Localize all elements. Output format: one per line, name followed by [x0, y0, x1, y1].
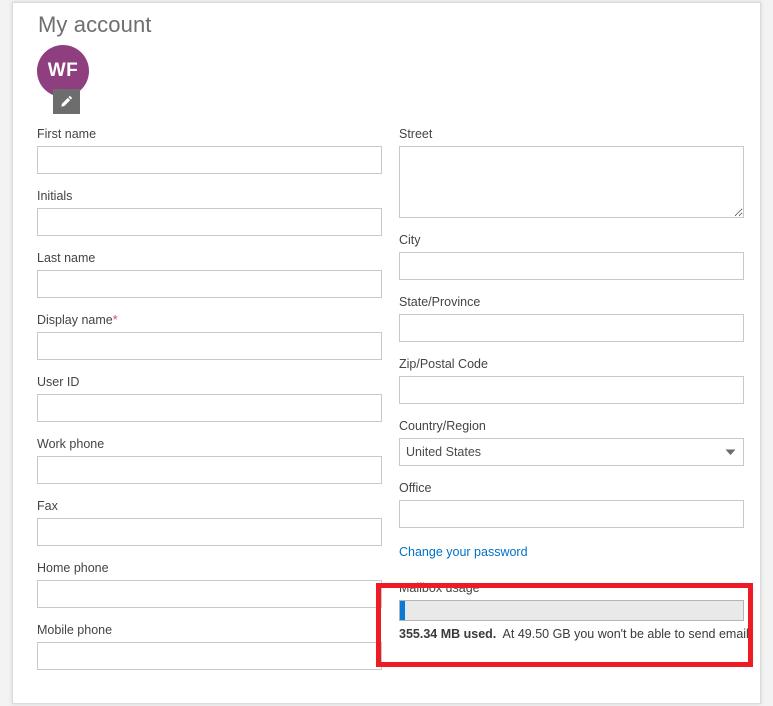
label-display-name: Display name* — [37, 313, 118, 327]
field-fax: Fax — [37, 499, 382, 546]
work-phone-input[interactable] — [37, 456, 382, 484]
office-input[interactable] — [399, 500, 744, 528]
user-id-input[interactable] — [37, 394, 382, 422]
viewport: My account WF First name Initials Last n… — [0, 0, 773, 706]
label-street: Street — [399, 127, 433, 141]
label-user-id: User ID — [37, 375, 80, 389]
first-name-input[interactable] — [37, 146, 382, 174]
field-last-name: Last name — [37, 251, 382, 298]
right-column: Street City State/Province Zip/Postal Co… — [399, 127, 752, 642]
label-work-phone: Work phone — [37, 437, 105, 451]
state-province-input[interactable] — [399, 314, 744, 342]
required-asterisk: * — [112, 313, 118, 327]
avatar-edit-button[interactable] — [53, 89, 80, 114]
street-textarea[interactable] — [399, 146, 744, 218]
last-name-input[interactable] — [37, 270, 382, 298]
field-state-province: State/Province — [399, 295, 744, 342]
field-first-name: First name — [37, 127, 382, 174]
label-home-phone: Home phone — [37, 561, 109, 575]
label-mobile-phone: Mobile phone — [37, 623, 113, 637]
field-display-name: Display name* — [37, 313, 382, 360]
initials-input[interactable] — [37, 208, 382, 236]
field-initials: Initials — [37, 189, 382, 236]
label-first-name: First name — [37, 127, 97, 141]
label-country-region: Country/Region — [399, 419, 486, 433]
field-street: Street — [399, 127, 744, 218]
home-phone-input[interactable] — [37, 580, 382, 608]
mailbox-usage-progress-fill — [400, 601, 405, 620]
mailbox-usage-progressbar — [399, 600, 744, 621]
city-input[interactable] — [399, 252, 744, 280]
country-region-select[interactable]: United States — [399, 438, 744, 466]
label-zip-postal-code: Zip/Postal Code — [399, 357, 488, 371]
mailbox-usage-text: 355.34 MB used. At 49.50 GB you won't be… — [399, 626, 752, 642]
label-fax: Fax — [37, 499, 58, 513]
avatar-group: WF — [37, 45, 93, 121]
avatar-initials: WF — [47, 60, 79, 81]
field-mobile-phone: Mobile phone — [37, 623, 382, 670]
field-home-phone: Home phone — [37, 561, 382, 608]
pencil-icon — [59, 94, 74, 109]
country-region-selected-value: United States — [406, 445, 482, 459]
page-frame: My account WF First name Initials Last n… — [12, 2, 761, 704]
zip-postal-code-input[interactable] — [399, 376, 744, 404]
label-city: City — [399, 233, 421, 247]
field-city: City — [399, 233, 744, 280]
page-title: My account — [38, 12, 152, 37]
display-name-input[interactable] — [37, 332, 382, 360]
mobile-phone-input[interactable] — [37, 642, 382, 670]
label-initials: Initials — [37, 189, 73, 203]
field-user-id: User ID — [37, 375, 382, 422]
field-zip-postal-code: Zip/Postal Code — [399, 357, 744, 404]
label-last-name: Last name — [37, 251, 96, 265]
fax-input[interactable] — [37, 518, 382, 546]
change-password-link[interactable]: Change your password — [399, 544, 528, 560]
label-state-province: State/Province — [399, 295, 481, 309]
mailbox-usage-used: 355.34 MB used. — [399, 627, 497, 641]
field-country-region: Country/Region United States — [399, 419, 744, 466]
left-column: First name Initials Last name Display na… — [37, 127, 382, 670]
field-office: Office — [399, 481, 744, 528]
label-office: Office — [399, 481, 432, 495]
field-work-phone: Work phone — [37, 437, 382, 484]
country-region-select-wrap: United States — [399, 438, 744, 466]
my-account-page: My account WF First name Initials Last n… — [13, 3, 760, 703]
mailbox-usage-label: Mailbox usage — [399, 581, 480, 595]
change-password-row: Change your password — [399, 543, 744, 561]
mailbox-usage-section: Mailbox usage 355.34 MB used. At 49.50 G… — [399, 581, 752, 642]
mailbox-usage-limit: At 49.50 GB you won't be able to send em… — [502, 627, 753, 641]
